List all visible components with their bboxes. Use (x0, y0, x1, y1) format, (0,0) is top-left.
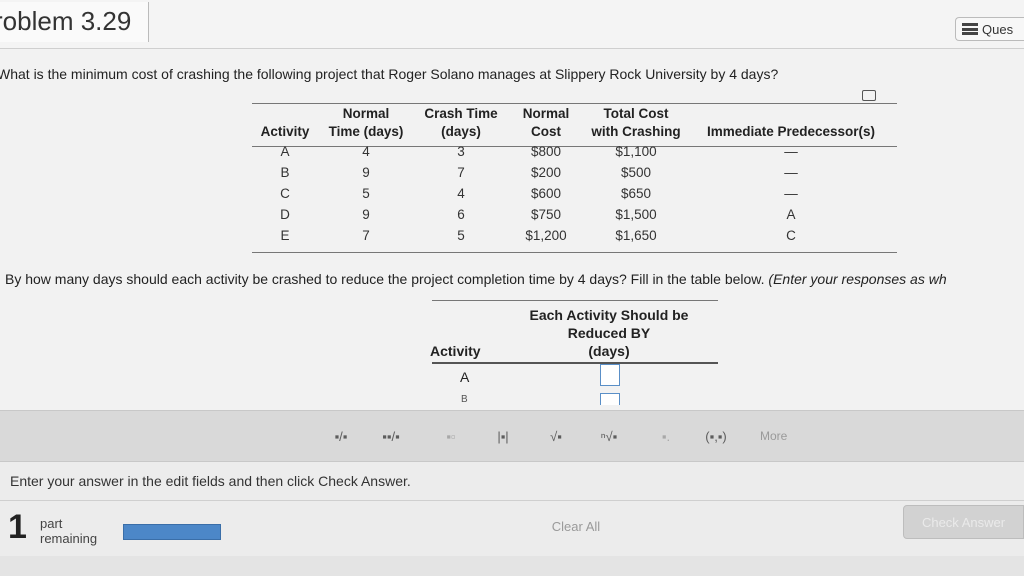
cell-normal-time: 9 (362, 165, 370, 180)
table-header-row-1: Normal Crash Time Normal Total Cost (254, 105, 896, 123)
header-normal-cost-1: Normal (522, 106, 570, 121)
cell-predecessors: A (786, 207, 796, 222)
parts-remaining-count: 1 (8, 508, 27, 546)
parts-label-line-2: remaining (40, 531, 98, 546)
ordered-pair-tool[interactable]: (▪,▪) (705, 425, 727, 447)
cell-normal-time: 7 (362, 228, 370, 243)
nth-root-tool[interactable]: ⁿ√▪ (598, 425, 620, 447)
table-header-row-2: Activity Time (days) (days) Cost with Cr… (254, 123, 896, 141)
table-top-rule (252, 103, 897, 104)
exponent-tool[interactable]: ▪▫ (440, 425, 462, 447)
header-normal-time-1: Normal (342, 106, 390, 121)
mixed-number-tool[interactable]: ▪▪/▪ (380, 425, 402, 447)
header-predecessors-1 (686, 105, 896, 123)
header-total-cost-1: Total Cost (603, 106, 669, 121)
progress-bar (123, 524, 221, 540)
answer-row-activity: B (461, 394, 468, 405)
project-table: Normal Crash Time Normal Total Cost Acti… (254, 105, 896, 246)
problem-title: roblem 3.29 (0, 6, 132, 36)
header-normal-cost-2: Cost (531, 124, 561, 139)
instruction-text: Enter your answer in the edit fields and… (10, 473, 411, 489)
cell-total-cost: $1,500 (615, 207, 657, 222)
cell-crash-time: 4 (457, 186, 465, 201)
cell-predecessors: C (786, 228, 796, 243)
clear-all-button[interactable]: Clear All (536, 512, 616, 540)
header-total-cost-2: with Crashing (591, 124, 681, 139)
question-list-button[interactable]: Ques (955, 17, 1024, 41)
check-answer-button[interactable]: Check Answer (903, 505, 1024, 539)
more-tool[interactable]: More (760, 425, 787, 447)
cell-normal-time: 9 (362, 207, 370, 222)
answer-header-activity: Activity (430, 343, 481, 359)
answer-header-reduce-3: (days) (588, 343, 630, 359)
header-predecessors-2: Immediate Predecessor(s) (706, 124, 876, 139)
question-list-label: Ques (982, 21, 1014, 37)
cell-total-cost: $650 (620, 186, 652, 201)
cell-predecessors: — (784, 186, 798, 201)
cell-activity: D (280, 207, 290, 222)
table-row: B 9 7 $200 $500 — (254, 162, 896, 183)
cell-activity: C (280, 186, 290, 201)
answer-header-reduce-2: Reduced BY (567, 325, 651, 341)
list-icon (962, 23, 978, 35)
copy-icon[interactable] (862, 90, 876, 101)
cell-total-cost: $1,650 (615, 228, 657, 243)
cell-normal-time: 5 (362, 186, 370, 201)
answer-input-a[interactable] (600, 364, 620, 386)
answer-table-top-rule (432, 300, 718, 301)
cell-activity: E (280, 228, 290, 243)
cell-normal-cost: $800 (530, 144, 562, 159)
cell-normal-cost: $750 (530, 207, 562, 222)
table-bottom-rule (252, 252, 897, 253)
header-normal-time-2: Time (days) (328, 124, 404, 139)
cell-total-cost: $1,100 (615, 144, 657, 159)
cell-activity: B (280, 165, 290, 180)
sub-question-instruction: (Enter your responses as wh (768, 271, 947, 287)
question-text: What is the minimum cost of crashing the… (0, 66, 779, 82)
title-bar: roblem 3.29 Ques (0, 0, 1024, 49)
table-row: C 5 4 $600 $650 — (254, 183, 896, 204)
header-activity-2: Activity (260, 124, 310, 139)
table-row: D 9 6 $750 $1,500 A (254, 204, 896, 225)
cell-total-cost: $500 (620, 165, 652, 180)
header-activity-1 (254, 105, 316, 123)
sub-question-text: By how many days should each activity be… (5, 271, 765, 287)
cell-crash-time: 5 (457, 228, 465, 243)
square-root-tool[interactable]: √▪ (545, 425, 567, 447)
cell-predecessors: — (784, 144, 798, 159)
header-crash-time-1: Crash Time (424, 106, 498, 121)
answer-header-reduce-1: Each Activity Should be (529, 307, 689, 323)
cell-crash-time: 3 (457, 144, 465, 159)
answer-input-b[interactable] (600, 393, 620, 405)
answer-table-header-rule (432, 362, 718, 364)
cell-crash-time: 7 (457, 165, 465, 180)
parts-label-line-1: part (40, 516, 63, 531)
sub-question: By how many days should each activity be… (5, 271, 947, 287)
parts-remaining-label: part remaining (40, 516, 97, 546)
answer-header-reduce: Each Activity Should be Reduced BY (days… (520, 306, 698, 360)
table-row: A 4 3 $800 $1,100 — (254, 141, 896, 162)
answer-row-activity: A (460, 369, 470, 385)
fraction-tool[interactable]: ▪/▪ (330, 425, 352, 447)
footer-divider (0, 500, 1024, 501)
cell-normal-cost: $600 (530, 186, 562, 201)
cell-activity: A (280, 144, 290, 159)
table-row: E 7 5 $1,200 $1,650 C (254, 225, 896, 246)
absolute-value-tool[interactable]: |▪| (492, 425, 514, 447)
cell-normal-cost: $1,200 (525, 228, 567, 243)
bottom-strip (0, 556, 1024, 576)
cell-predecessors: — (784, 165, 798, 180)
cell-crash-time: 6 (457, 207, 465, 222)
header-crash-time-2: (days) (441, 124, 481, 139)
cell-normal-time: 4 (362, 144, 370, 159)
cell-normal-cost: $200 (530, 165, 562, 180)
decimal-tool[interactable]: ▪. (655, 425, 677, 447)
math-toolbar: ▪/▪ ▪▪/▪ ▪▫ |▪| √▪ ⁿ√▪ ▪. (▪,▪) More (0, 410, 1024, 462)
